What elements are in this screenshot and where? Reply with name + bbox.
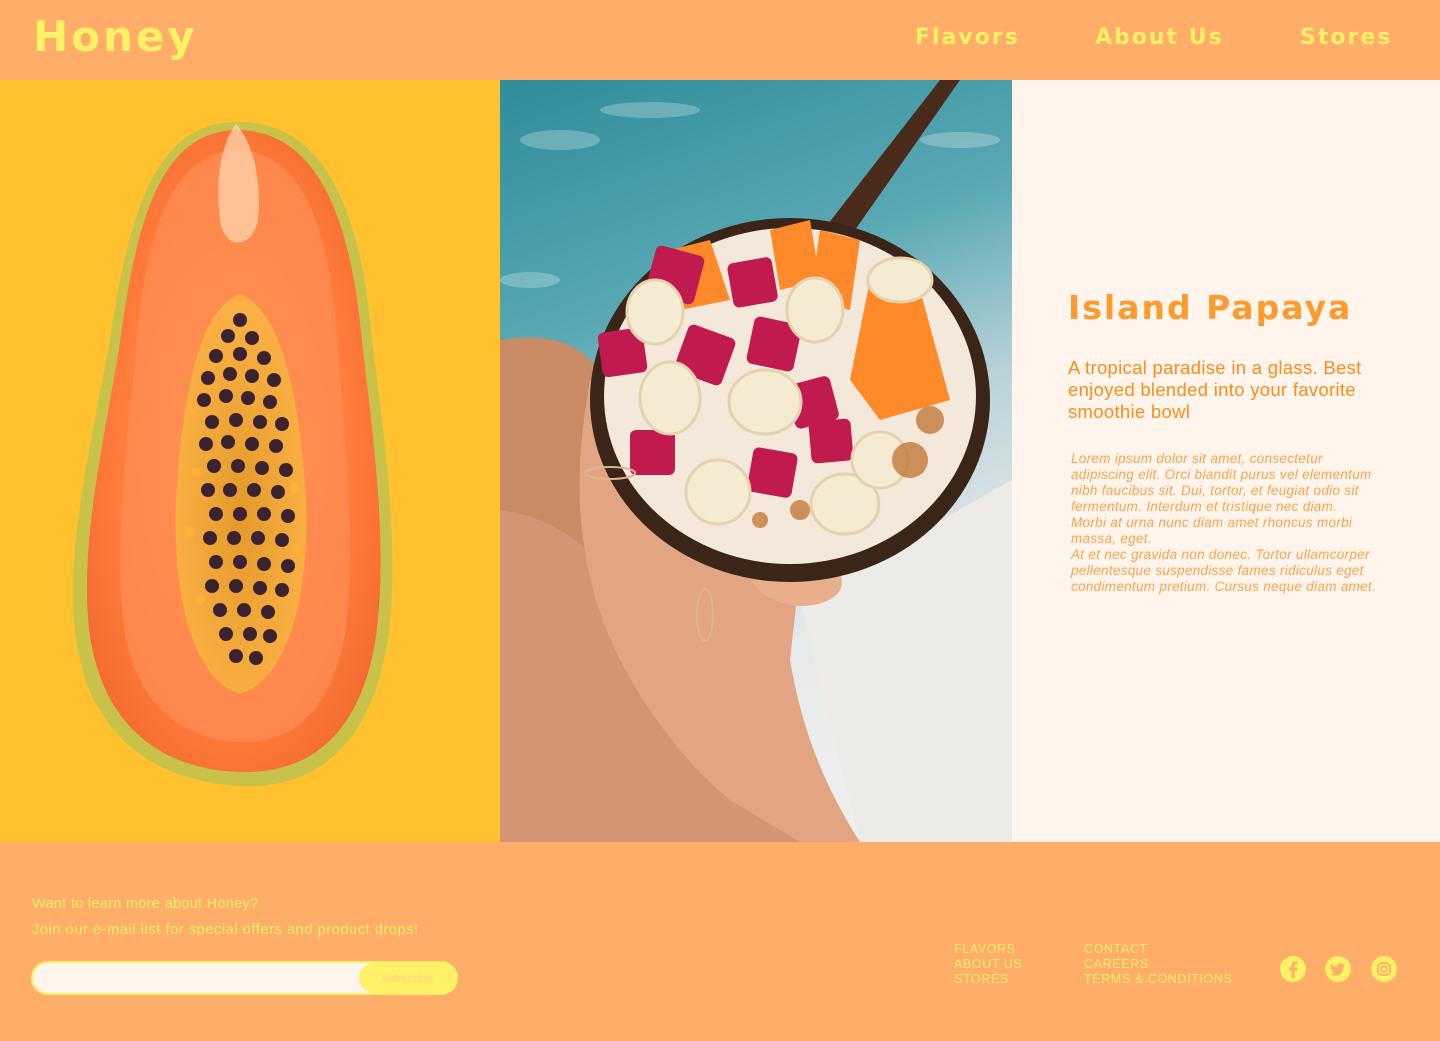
smoothie-bowl-image	[500, 80, 1012, 842]
site-footer: Want to learn more about Honey? Join our…	[0, 842, 1440, 1041]
papaya-image	[0, 80, 500, 842]
footer-link-terms[interactable]: TERMS & CONDITIONS	[1084, 972, 1232, 987]
newsletter-subheading: Join our e-mail list for special offers …	[32, 922, 419, 938]
nav-link-flavors[interactable]: Flavors	[915, 25, 1020, 50]
product-title: Island Papaya	[1068, 288, 1353, 327]
newsletter-form: subscribe	[31, 961, 458, 995]
nav-link-about-us[interactable]: About Us	[1095, 25, 1224, 50]
facebook-icon[interactable]	[1279, 955, 1307, 983]
description-paragraph: Lorem ipsum dolor sit amet, consectetur …	[1071, 451, 1372, 514]
hero-section: Island Papaya A tropical paradise in a g…	[0, 80, 1440, 842]
email-input[interactable]	[33, 963, 373, 993]
logo[interactable]: Honey	[33, 12, 198, 61]
footer-link-flavors[interactable]: FLAVORS	[954, 942, 1022, 957]
nav-link-stores[interactable]: Stores	[1300, 25, 1392, 50]
product-info-panel: Island Papaya A tropical paradise in a g…	[1012, 80, 1440, 842]
footer-links-secondary: CONTACT CAREERS TERMS & CONDITIONS	[1084, 942, 1232, 987]
newsletter-heading: Want to learn more about Honey?	[32, 896, 259, 912]
subscribe-button[interactable]: subscribe	[359, 963, 456, 993]
description-paragraph: Morbi at urna nunc diam amet rhoncus mor…	[1071, 515, 1353, 546]
papaya-illustration	[73, 121, 393, 787]
smoothie-bowl-illustration	[500, 80, 1012, 842]
product-description: Lorem ipsum dolor sit amet, consectetur …	[1071, 451, 1381, 595]
footer-link-careers[interactable]: CAREERS	[1084, 957, 1232, 972]
instagram-icon[interactable]	[1370, 955, 1398, 983]
footer-link-contact[interactable]: CONTACT	[1084, 942, 1232, 957]
twitter-icon[interactable]	[1324, 955, 1352, 983]
description-paragraph: At et nec gravida non donec. Tortor ulla…	[1071, 547, 1377, 594]
footer-link-about-us[interactable]: ABOUT US	[954, 957, 1022, 972]
footer-link-stores[interactable]: STORES	[954, 972, 1022, 987]
site-header: Honey Flavors About Us Stores	[0, 0, 1440, 80]
product-tagline: A tropical paradise in a glass. Best enj…	[1068, 357, 1362, 422]
footer-links-primary: FLAVORS ABOUT US STORES	[954, 942, 1022, 987]
